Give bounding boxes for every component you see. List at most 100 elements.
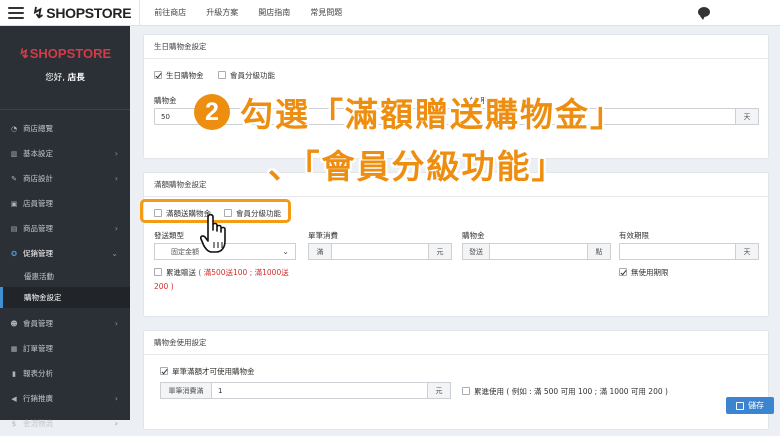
credit-amount-unit: 點 xyxy=(587,243,611,260)
checkbox-icon xyxy=(218,71,226,79)
spend-validity-input[interactable] xyxy=(619,243,736,260)
sidebar-item-promotions[interactable]: ✪ 促銷管理 ⌄ xyxy=(0,241,130,266)
min-order-input[interactable]: 1 xyxy=(211,382,428,399)
checkbox-icon xyxy=(462,387,470,395)
credit-amount-input[interactable] xyxy=(489,243,588,260)
bank-icon: ▥ xyxy=(10,149,18,158)
single-spend-label: 單筆消費 xyxy=(308,231,338,240)
top-bar: ↯ SHOPSTORE 前往商店 升級方案 開店指南 常見問題 xyxy=(0,0,780,26)
cart-icon: ▤ xyxy=(10,224,18,233)
annotation-line-1: 勾選「滿額贈送購物金」 xyxy=(240,95,625,134)
chevron-right-icon: › xyxy=(114,149,118,158)
checkbox-icon xyxy=(619,268,627,276)
chevron-right-icon: › xyxy=(114,394,118,403)
save-button-label: 儲存 xyxy=(748,401,764,410)
panel-title: 生日購物金設定 xyxy=(144,35,768,59)
chevron-right-icon: › xyxy=(114,224,118,233)
checkbox-label: 會員分級功能 xyxy=(230,71,275,80)
menu-toggle-icon[interactable] xyxy=(8,6,24,19)
staff-icon: ▣ xyxy=(10,199,18,208)
sidebar-menu: ◔ 商店總覽 ▥ 基本設定 › ✎ 商店設計 › ▣ 店員管理 ▤ 商品管理 › ✪ 促銷管理 ⌄ … xyxy=(0,116,130,436)
checkbox-label: 生日購物金 xyxy=(166,71,204,80)
sidebar-item-label: 訂單管理 xyxy=(23,344,53,353)
header-logo[interactable]: ↯ SHOPSTORE xyxy=(32,4,132,22)
cumulative-use-checkbox[interactable]: 累進使用 ( 例如 : 滿 500 可用 100 ; 滿 1000 可用 200… xyxy=(462,386,668,397)
chevron-down-icon: ⌄ xyxy=(282,247,289,256)
sidebar-item-label: 商品管理 xyxy=(23,224,53,233)
checkbox-label: 累進贈送 xyxy=(166,268,196,277)
chat-icon[interactable] xyxy=(698,7,710,20)
sidebar-item-reports[interactable]: ▮ 報表分析 xyxy=(0,361,130,386)
validity-label: 有效期限 xyxy=(619,231,649,240)
sidebar-subitem-offers[interactable]: 優惠活動 xyxy=(0,266,130,287)
promo-icon: ✪ xyxy=(11,249,17,258)
single-spend-unit: 元 xyxy=(428,243,452,260)
single-spend-prefix: 滿 xyxy=(308,243,332,260)
chevron-right-icon: › xyxy=(114,419,118,428)
sidebar-item-label: 基本設定 xyxy=(23,149,53,158)
nav-upgrade-plan[interactable]: 升級方案 xyxy=(206,7,238,18)
megaphone-icon: ◀ xyxy=(11,394,17,403)
sidebar-item-label: 商店總覽 xyxy=(23,124,53,133)
checkbox-label: 累進使用 ( 例如 : 滿 500 可用 100 ; 滿 1000 可用 200… xyxy=(474,387,668,396)
sidebar-item-basic-settings[interactable]: ▥ 基本設定 › xyxy=(0,141,130,166)
nav-faq[interactable]: 常見問題 xyxy=(310,7,342,18)
cumulative-note: ( 滿500送100 ; 滿1000送 xyxy=(198,268,289,277)
sidebar-logo: ↯SHOPSTORE xyxy=(0,46,130,62)
checkbox-label: 無使用期限 xyxy=(631,268,669,277)
checkbox-icon xyxy=(154,268,162,276)
hand-cursor-icon xyxy=(200,213,226,253)
greeting-text: 您好, xyxy=(45,73,65,83)
checkbox-label: 單筆滿額才可使用購物金 xyxy=(172,367,255,376)
sidebar-item-staff[interactable]: ▣ 店員管理 xyxy=(0,191,130,216)
orders-icon: ▦ xyxy=(10,344,18,353)
sidebar-item-orders[interactable]: ▦ 訂單管理 xyxy=(0,336,130,361)
sidebar-item-members[interactable]: ☻ 會員管理 › xyxy=(0,311,130,336)
spend-credit-panel: 滿額購物金設定 滿額送購物金 會員分級功能 發送類型 固定金額 ⌄ 單筆消費 滿 … xyxy=(143,172,769,317)
floppy-disk-icon xyxy=(736,401,744,410)
sidebar-item-payment-logistics[interactable]: $ 金流物流 › xyxy=(0,411,130,436)
sidebar-item-label: 報表分析 xyxy=(23,369,53,378)
single-spend-input[interactable] xyxy=(331,243,429,260)
birthday-credit-checkbox[interactable]: 生日購物金 xyxy=(154,70,204,81)
amount-label: 購物金 xyxy=(154,96,177,105)
logo-mark-icon: ↯ xyxy=(32,4,45,22)
nav-visit-store[interactable]: 前往商店 xyxy=(154,7,186,18)
days-unit: 天 xyxy=(735,243,759,260)
issue-type-label: 發送類型 xyxy=(154,231,184,240)
sidebar-item-label: 商店設計 xyxy=(23,174,53,183)
sidebar-divider xyxy=(0,109,130,110)
credit-amount-label: 購物金 xyxy=(462,231,485,240)
chart-icon: ▮ xyxy=(12,369,16,378)
sidebar-item-dashboard[interactable]: ◔ 商店總覽 xyxy=(0,116,130,141)
top-nav: 前往商店 升級方案 開店指南 常見問題 xyxy=(154,7,342,18)
sidebar-subitem-credit-settings[interactable]: 購物金設定 xyxy=(0,287,130,308)
divider xyxy=(139,0,141,26)
annotation-line-2: 、「會員分級功能」 xyxy=(268,147,567,186)
unlimited-validity-checkbox[interactable]: 無使用期限 xyxy=(619,267,669,278)
checkbox-icon xyxy=(154,71,162,79)
issue-type-value: 固定金額 xyxy=(171,247,199,256)
birthday-member-level-checkbox[interactable]: 會員分級功能 xyxy=(218,70,275,81)
sidebar-item-label: 促銷管理 xyxy=(23,249,53,258)
save-button[interactable]: 儲存 xyxy=(726,397,774,414)
user-name: 店長 xyxy=(67,73,85,83)
sidebar-item-label: 店員管理 xyxy=(23,199,53,208)
sidebar-item-label: 會員管理 xyxy=(23,319,53,328)
checkbox-icon xyxy=(160,367,168,375)
chevron-down-icon: ⌄ xyxy=(111,249,118,258)
nav-store-guide[interactable]: 開店指南 xyxy=(258,7,290,18)
cumulative-note-cont: 200 ) xyxy=(154,282,174,291)
sidebar-item-label: 行銷推廣 xyxy=(23,394,53,403)
days-unit: 天 xyxy=(735,108,759,125)
logo-text: SHOPSTORE xyxy=(46,4,132,21)
sidebar-item-store-design[interactable]: ✎ 商店設計 › xyxy=(0,166,130,191)
cumulative-checkbox[interactable]: 累進贈送 ( 滿500送100 ; 滿1000送 xyxy=(154,267,289,278)
min-order-unit: 元 xyxy=(427,382,451,399)
chevron-right-icon: › xyxy=(114,319,118,328)
sidebar-item-marketing[interactable]: ◀ 行銷推廣 › xyxy=(0,386,130,411)
greeting: 您好, 店長 xyxy=(0,71,130,83)
min-order-checkbox[interactable]: 單筆滿額才可使用購物金 xyxy=(160,366,255,377)
step-number-badge: 2 xyxy=(194,94,230,130)
sidebar-item-products[interactable]: ▤ 商品管理 › xyxy=(0,216,130,241)
